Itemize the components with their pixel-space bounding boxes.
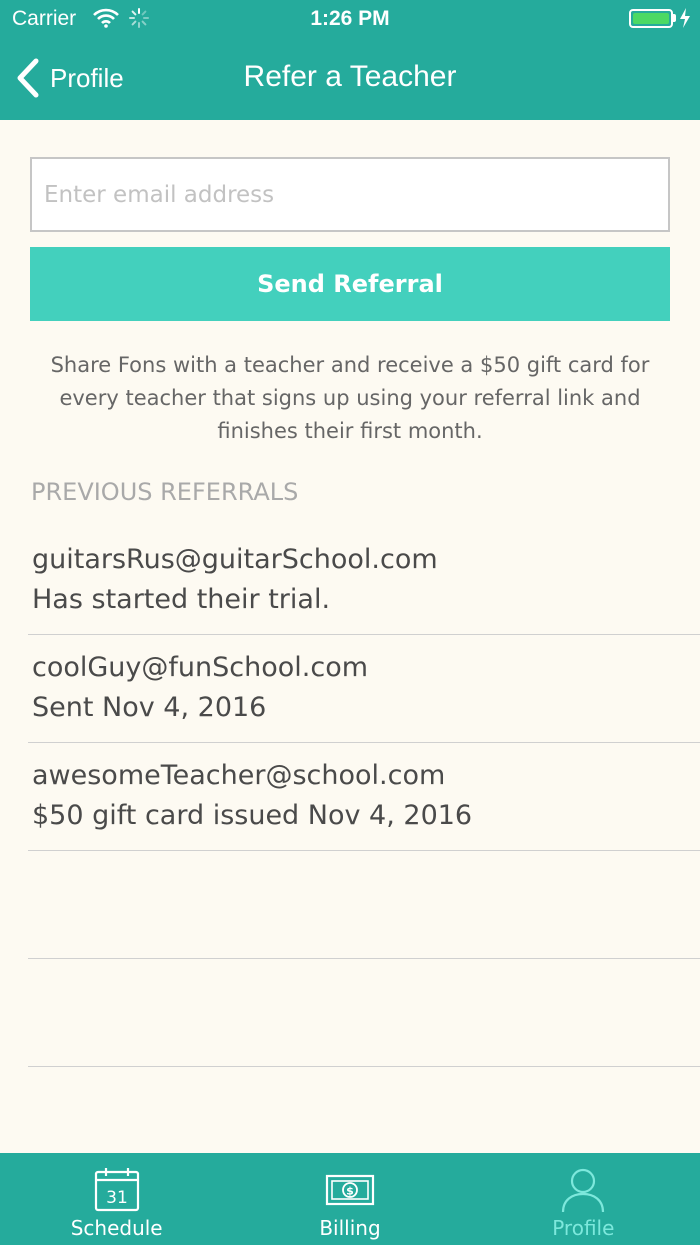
tab-bar: 31 Schedule $ Billing Profile [0, 1153, 700, 1245]
billing-icon: $ [325, 1174, 375, 1206]
list-item[interactable]: guitarsRus@guitarSchool.com Has started … [28, 527, 700, 635]
send-referral-button[interactable]: Send Referral [30, 247, 670, 321]
tab-profile[interactable]: Profile [467, 1153, 700, 1245]
battery-icon [629, 9, 673, 28]
svg-text:$: $ [346, 1185, 354, 1198]
header: Carrier 1:26 PM Profile Refer a Teacher [0, 0, 700, 120]
email-input[interactable] [30, 157, 670, 232]
referral-status: $50 gift card issued Nov 4, 2016 [32, 800, 473, 831]
referral-list: guitarsRus@guitarSchool.com Has started … [0, 527, 700, 1067]
tab-billing[interactable]: $ Billing [233, 1153, 466, 1245]
tab-label: Profile [552, 1216, 615, 1240]
status-time: 1:26 PM [310, 7, 390, 30]
tab-label: Billing [319, 1216, 381, 1240]
list-item[interactable]: awesomeTeacher@school.com $50 gift card … [28, 743, 700, 851]
tab-label: Schedule [70, 1216, 163, 1240]
battery-tip [673, 14, 676, 22]
referral-email: awesomeTeacher@school.com [32, 760, 446, 791]
battery-level [633, 13, 669, 24]
referral-status: Has started their trial. [32, 584, 331, 615]
referral-description: Share Fons with a teacher and receive a … [50, 353, 650, 443]
status-bar: Carrier 1:26 PM [0, 0, 700, 40]
referral-email: guitarsRus@guitarSchool.com [32, 544, 438, 575]
nav-bar: Profile Refer a Teacher [0, 40, 700, 120]
previous-referrals-heading: PREVIOUS REFERRALS [31, 478, 299, 506]
referral-email: coolGuy@funSchool.com [32, 652, 369, 683]
calendar-icon: 31 [94, 1168, 139, 1212]
profile-icon [562, 1168, 605, 1213]
empty-list-item [28, 959, 700, 1067]
tab-schedule[interactable]: 31 Schedule [0, 1153, 233, 1245]
charging-bolt-icon [680, 8, 690, 28]
list-item[interactable]: coolGuy@funSchool.com Sent Nov 4, 2016 [28, 635, 700, 743]
empty-list-item [28, 851, 700, 959]
calendar-day-label: 31 [106, 1188, 128, 1208]
referral-status: Sent Nov 4, 2016 [32, 692, 267, 723]
app-root: Carrier 1:26 PM Profile Refer a Teacher … [0, 0, 700, 1245]
page-title: Refer a Teacher [243, 60, 457, 93]
